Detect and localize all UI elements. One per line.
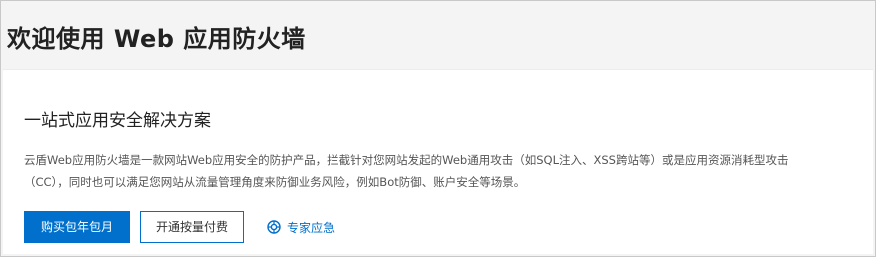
pay-as-you-go-button[interactable]: 开通按量付费	[140, 211, 244, 243]
page-title: 欢迎使用 Web 应用防火墙	[7, 25, 306, 53]
card-title: 一站式应用安全解决方案	[24, 111, 211, 131]
expert-emergency-label: 专家应急	[287, 220, 336, 235]
page-frame: 欢迎使用 Web 应用防火墙 一站式应用安全解决方案 云盾Web应用防火墙是一款…	[0, 0, 876, 257]
card-description: 云盾Web应用防火墙是一款网站Web应用安全的防护产品，拦截针对您网站发起的We…	[24, 153, 789, 189]
buy-subscription-button[interactable]: 购买包年包月	[24, 211, 130, 243]
expert-emergency-icon	[267, 220, 281, 234]
intro-card: 一站式应用安全解决方案 云盾Web应用防火墙是一款网站Web应用安全的防护产品，…	[3, 69, 873, 254]
expert-emergency-link[interactable]: 专家应急	[267, 211, 335, 243]
